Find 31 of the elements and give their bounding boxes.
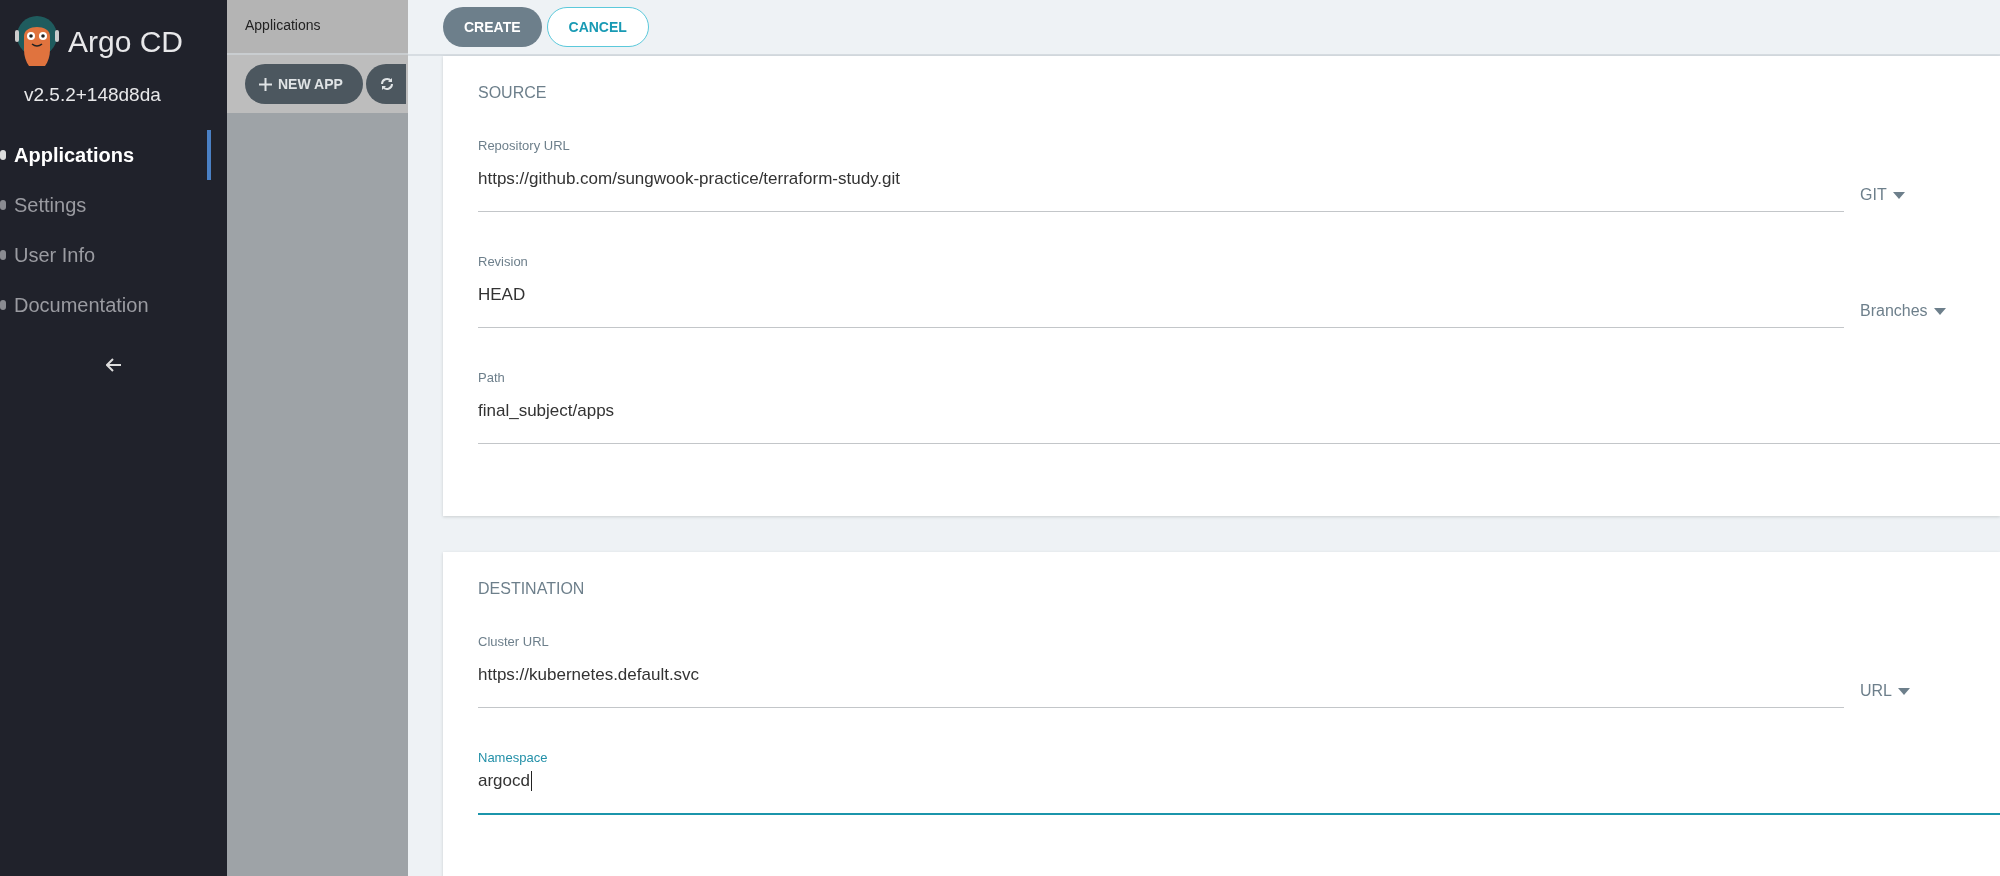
text-field[interactable]: Namespace argocd bbox=[478, 750, 2000, 815]
plus-icon bbox=[259, 77, 272, 91]
caret-icon bbox=[1892, 191, 1905, 199]
nav-item[interactable]: User Info bbox=[0, 230, 211, 280]
caret-icon bbox=[1933, 307, 1946, 315]
version-label: v2.5.2+148d8da bbox=[24, 84, 162, 106]
cancel-button[interactable]: CANCEL bbox=[546, 7, 649, 47]
menu-item-icon bbox=[0, 148, 8, 162]
menu-item-icon bbox=[0, 298, 8, 312]
nav-item[interactable]: Settings bbox=[0, 180, 211, 230]
nav-item[interactable]: Applications bbox=[0, 130, 211, 180]
section-title: SOURCE bbox=[478, 84, 548, 102]
type-dropdown[interactable]: Branches bbox=[1846, 262, 2000, 320]
nav-item[interactable]: Documentation bbox=[0, 280, 211, 330]
section-title: DESTINATION bbox=[478, 580, 586, 598]
type-dropdown[interactable]: URL bbox=[1846, 642, 2000, 700]
caret-icon bbox=[1898, 687, 1910, 695]
new-app-button[interactable]: NEW APP bbox=[245, 64, 363, 104]
text-field[interactable]: Path final_subject/apps bbox=[478, 370, 2000, 444]
menu-item-icon bbox=[0, 198, 8, 212]
text-field[interactable]: Cluster URL https://kubernetes.default.svc bbox=[478, 634, 1844, 708]
back-arrow-icon[interactable] bbox=[105, 358, 122, 372]
breadcrumb: Applications bbox=[245, 17, 321, 33]
refresh-icon bbox=[379, 77, 394, 91]
create-button[interactable]: CREATE bbox=[443, 7, 542, 47]
text-field[interactable]: Repository URL https://github.com/sungwook-practice/terraform-study.git bbox=[478, 138, 1844, 212]
text-field[interactable]: Revision HEAD bbox=[478, 254, 1844, 328]
sync-button[interactable] bbox=[365, 64, 406, 104]
app-title: Argo CD bbox=[68, 25, 184, 59]
type-dropdown[interactable]: GIT bbox=[1846, 146, 2000, 204]
menu-item-icon bbox=[0, 248, 8, 262]
